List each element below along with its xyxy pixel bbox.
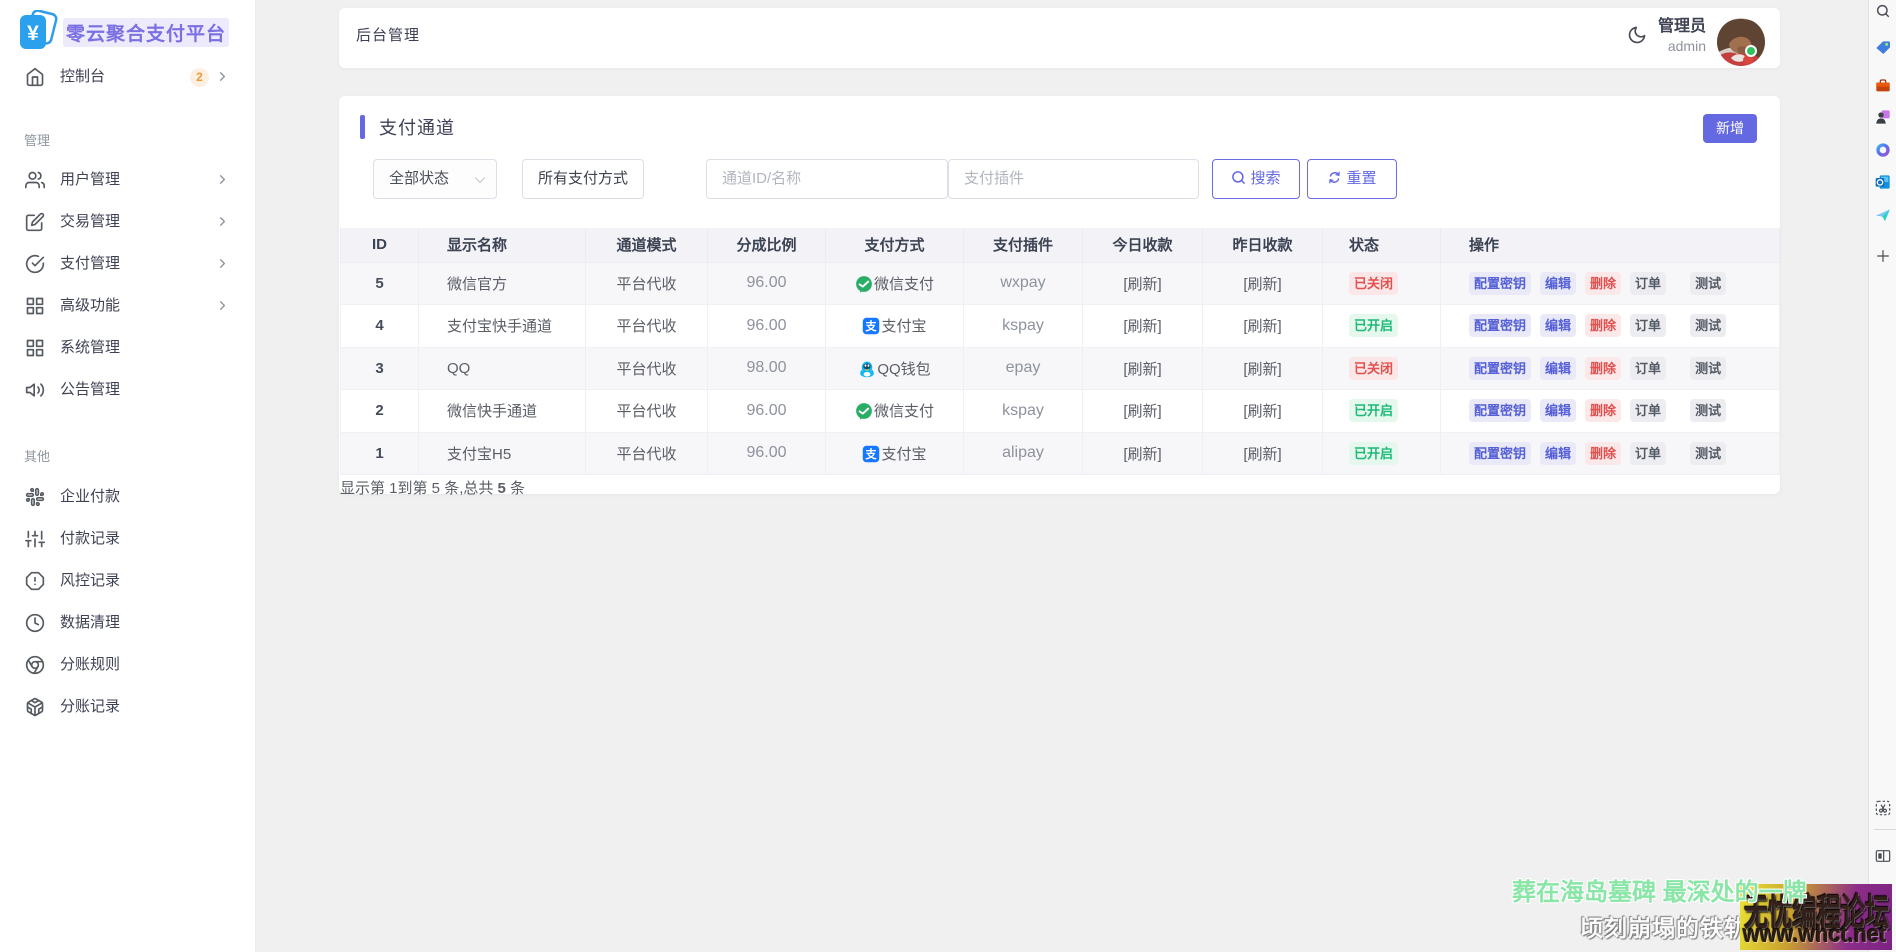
svg-text:支: 支	[865, 447, 878, 461]
svg-text:支: 支	[865, 319, 878, 333]
svg-text:¥: ¥	[27, 22, 39, 45]
